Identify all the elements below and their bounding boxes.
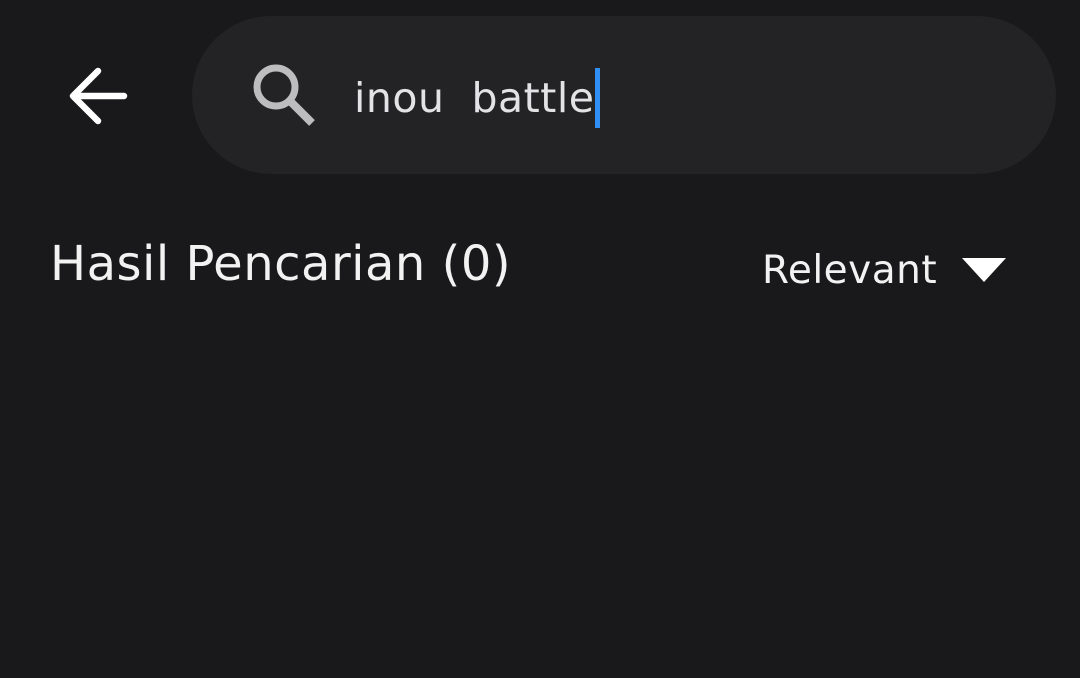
sort-selected-label: Relevant [762, 247, 938, 293]
sort-dropdown[interactable]: Relevant [762, 240, 1007, 300]
search-screen: inou battle Hasil Pencarian (0) Relevant [0, 0, 1080, 678]
text-caret [595, 68, 601, 128]
results-title: Hasil Pencarian (0) [50, 236, 512, 292]
search-icon [253, 64, 315, 126]
search-input[interactable]: inou battle [354, 66, 601, 130]
search-input-value: inou battle [354, 74, 595, 122]
back-button[interactable] [56, 55, 138, 137]
arrow-left-icon [69, 67, 128, 125]
triangle-down-icon [962, 258, 1007, 282]
search-bar[interactable] [192, 16, 1056, 174]
